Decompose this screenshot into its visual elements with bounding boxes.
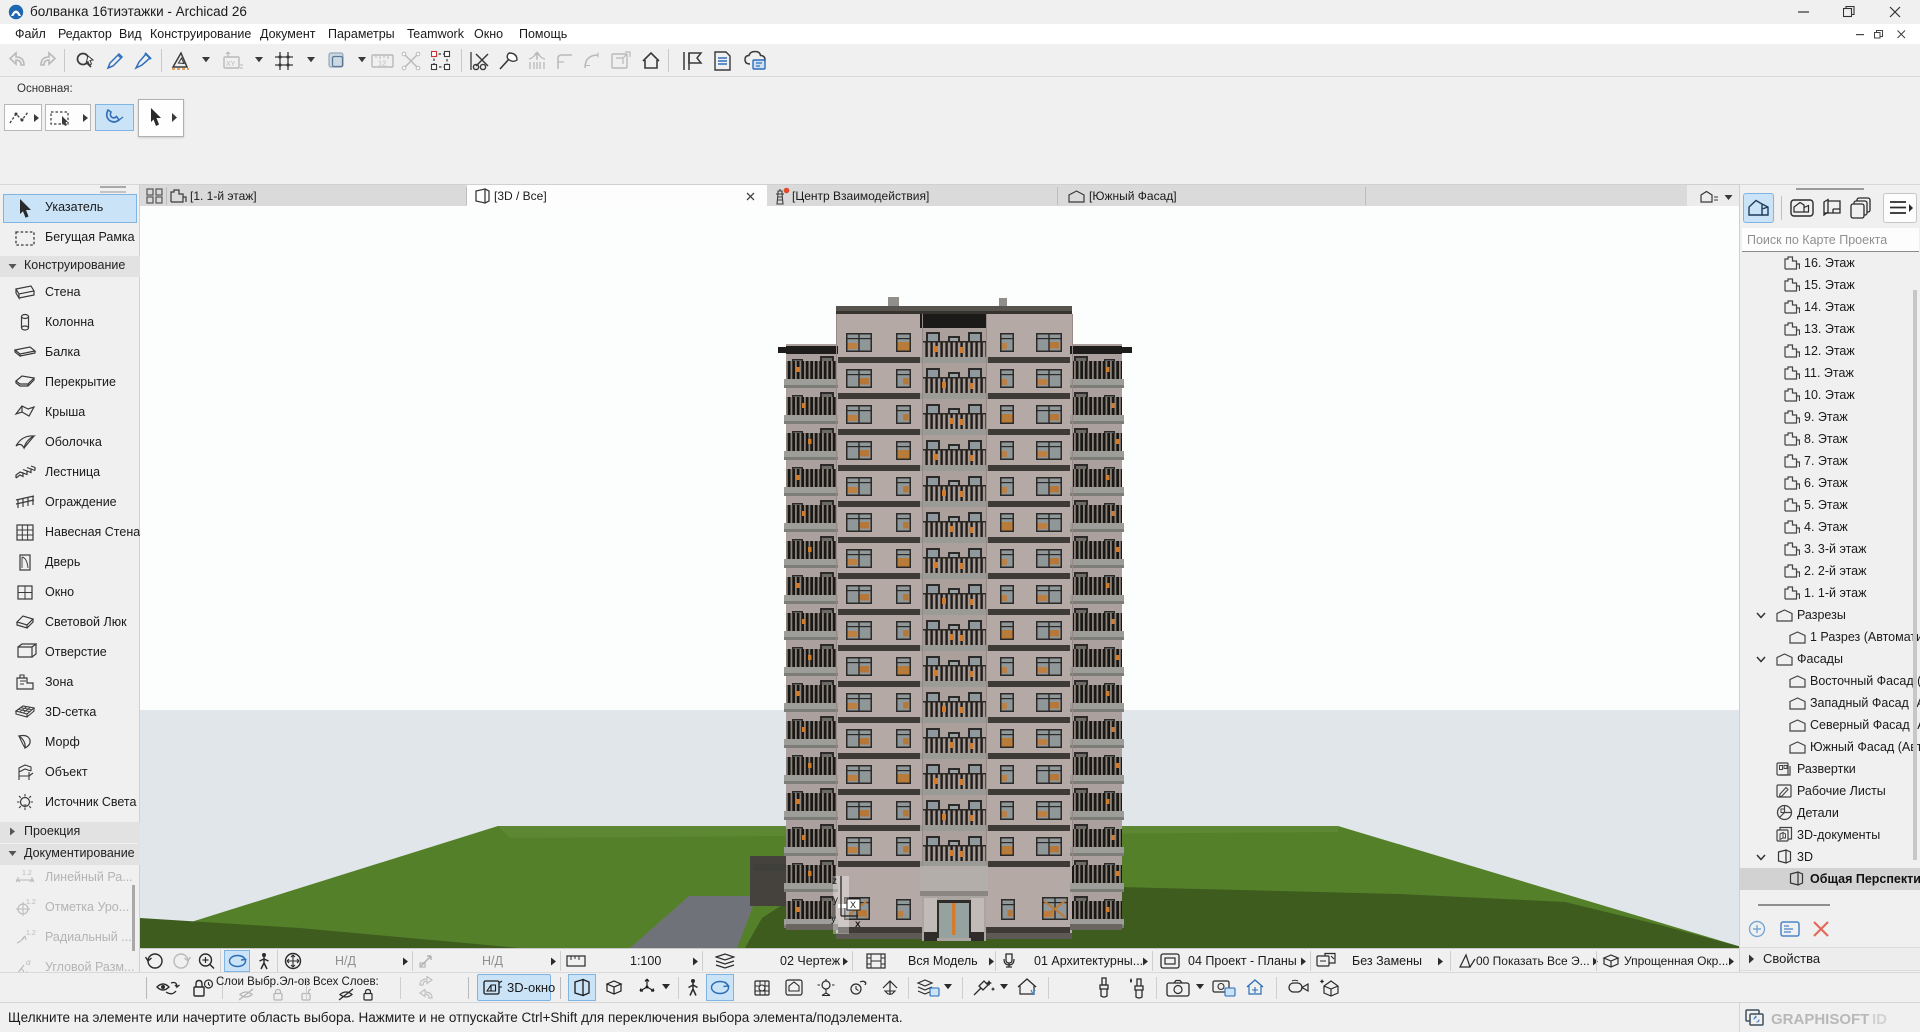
svg-text:y: y bbox=[831, 914, 836, 925]
svg-text:1.2: 1.2 bbox=[26, 930, 36, 937]
svg-text:XY: XY bbox=[226, 61, 236, 68]
svg-text:X: X bbox=[850, 900, 856, 910]
svg-text:α: α bbox=[26, 958, 31, 967]
svg-text:12: 12 bbox=[378, 59, 386, 68]
svg-text:1.2: 1.2 bbox=[22, 870, 32, 877]
svg-text:1.2: 1.2 bbox=[26, 899, 36, 906]
svg-text:z: z bbox=[832, 876, 837, 887]
svg-text:x: x bbox=[855, 919, 861, 930]
svg-text:y: y bbox=[833, 895, 838, 906]
